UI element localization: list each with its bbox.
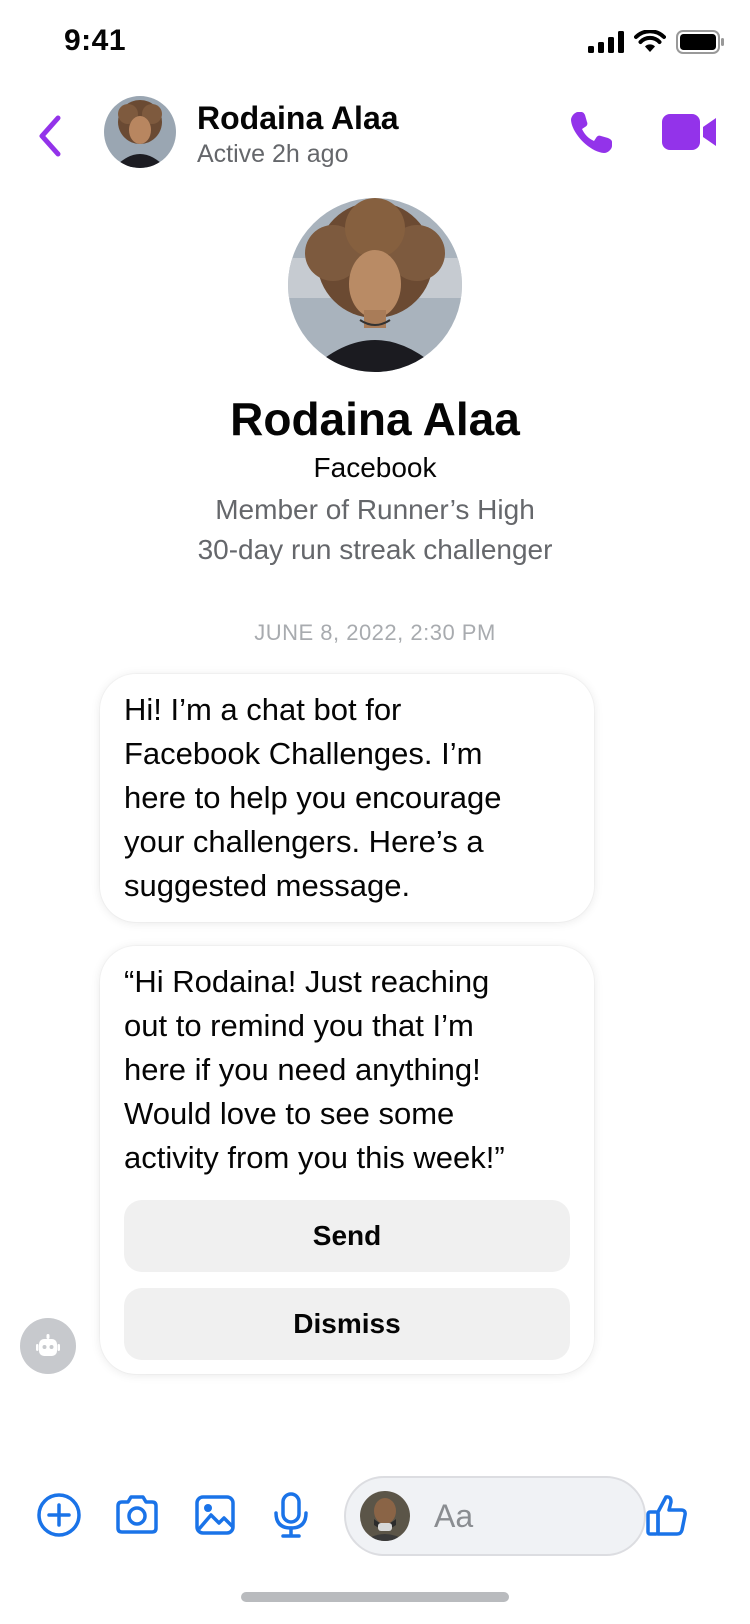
contact-active-status: Active 2h ago <box>197 140 349 168</box>
home-indicator[interactable] <box>241 1592 509 1602</box>
microphone-icon <box>274 1492 308 1538</box>
contact-name: Rodaina Alaa <box>197 100 399 136</box>
status-bar: 9:41 <box>0 0 750 88</box>
status-icons <box>588 30 724 54</box>
bot-message-text: Hi! I’m a chat bot for Facebook Challeng… <box>124 692 502 903</box>
sender-avatar-photo <box>360 1491 410 1541</box>
message-input[interactable]: Aa <box>344 1476 646 1556</box>
dismiss-button[interactable]: Dismiss <box>124 1288 570 1360</box>
camera-button[interactable] <box>112 1490 162 1540</box>
profile-challenge: 30-day run streak challenger <box>197 534 553 565</box>
audio-call-button[interactable] <box>568 108 616 156</box>
back-button[interactable] <box>30 108 70 164</box>
profile-photo <box>288 198 462 372</box>
profile-photo-image <box>288 198 462 372</box>
avatar-photo <box>104 96 176 168</box>
suggested-message-text: “Hi Rodaina! Just reaching out to remind… <box>124 964 505 1175</box>
contact-avatar[interactable] <box>104 96 176 168</box>
battery-icon <box>676 30 724 54</box>
gallery-button[interactable] <box>190 1490 240 1540</box>
profile-group-membership: Member of Runner’s High <box>215 494 535 525</box>
more-actions-button[interactable] <box>34 1490 84 1540</box>
video-camera-icon <box>662 114 716 150</box>
status-time: 9:41 <box>64 24 127 57</box>
chevron-left-icon <box>39 115 61 157</box>
plus-circle-icon <box>37 1493 81 1537</box>
wifi-icon <box>634 30 666 52</box>
send-button[interactable]: Send <box>124 1200 570 1272</box>
sender-avatar <box>360 1491 410 1541</box>
message-input-placeholder: Aa <box>434 1498 474 1534</box>
message-timestamp: JUNE 8, 2022, 2:30 PM <box>254 620 496 645</box>
like-button[interactable] <box>642 1490 692 1540</box>
camera-icon <box>116 1495 158 1534</box>
robot-icon <box>36 1334 60 1356</box>
profile-name: Rodaina Alaa <box>230 393 520 445</box>
cellular-signal-icon <box>588 31 624 53</box>
bot-message-bubble: Hi! I’m a chat bot for Facebook Challeng… <box>100 674 594 922</box>
conversation-header: Rodaina Alaa Active 2h ago <box>0 88 750 184</box>
voice-message-button[interactable] <box>266 1490 316 1540</box>
phone-icon <box>571 112 612 153</box>
bot-avatar <box>20 1318 76 1374</box>
message-composer: Aa <box>0 1468 750 1564</box>
thumbs-up-icon <box>646 1495 687 1536</box>
profile-platform: Facebook <box>313 452 437 483</box>
image-icon <box>195 1495 235 1535</box>
suggested-message-card: “Hi Rodaina! Just reaching out to remind… <box>100 946 594 1374</box>
video-call-button[interactable] <box>662 112 718 152</box>
